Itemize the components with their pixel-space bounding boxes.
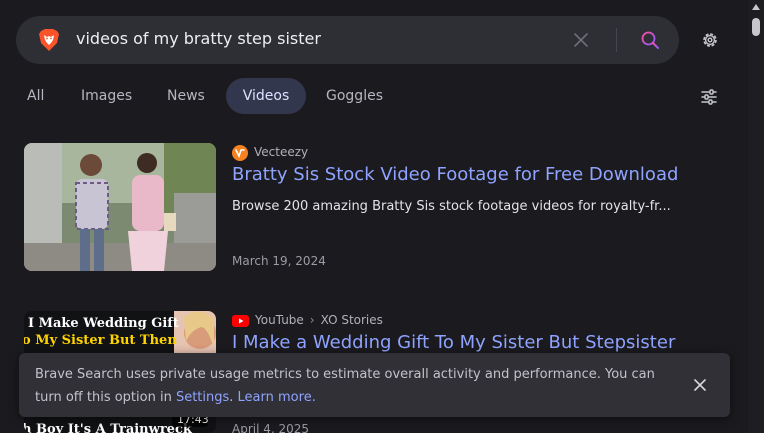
brave-lion-icon[interactable] [38, 28, 60, 52]
thumb-text-line-3: h Boy It's A Trainwreck [24, 422, 193, 433]
result-source[interactable]: YouTube › XO Stories [232, 311, 692, 329]
youtube-icon [232, 314, 249, 327]
tab-news[interactable]: News [154, 78, 218, 114]
gear-icon[interactable] [700, 30, 720, 50]
tab-all[interactable]: All [14, 78, 57, 114]
search-icon[interactable] [640, 30, 660, 50]
tab-videos[interactable]: Videos [226, 78, 306, 114]
result-body: Vecteezy Bratty Sis Stock Video Footage … [232, 143, 692, 216]
result-date: March 19, 2024 [232, 254, 326, 268]
source-name: Vecteezy [254, 145, 309, 159]
toast-text: Brave Search uses private usage metrics … [35, 367, 655, 405]
scrollbar-thumb[interactable] [752, 18, 760, 36]
result-title-link[interactable]: Bratty Sis Stock Video Footage for Free … [232, 164, 692, 186]
thumb-text-line-1: I Make Wedding Gift [28, 316, 179, 331]
search-input[interactable]: videos of my bratty step sister [76, 29, 321, 48]
close-icon[interactable] [693, 378, 707, 392]
settings-link[interactable]: Settings [176, 390, 229, 405]
toast-message: Brave Search uses private usage metrics … [35, 367, 655, 405]
clear-search-icon[interactable] [573, 32, 589, 48]
vecteezy-icon [232, 144, 248, 161]
learn-more-link[interactable]: Learn more. [238, 390, 316, 405]
search-bar: videos of my bratty step sister [16, 16, 679, 64]
result-description: Browse 200 amazing Bratty Sis stock foot… [232, 199, 671, 214]
source-name: YouTube [255, 313, 304, 327]
tab-images[interactable]: Images [68, 78, 145, 114]
search-divider [616, 28, 617, 52]
sliders-icon[interactable] [700, 88, 718, 106]
chevron-right-icon: › [309, 313, 315, 327]
tab-goggles[interactable]: Goggles [313, 78, 396, 114]
result-source[interactable]: Vecteezy [232, 143, 692, 161]
result-body: YouTube › XO Stories I Make a Wedding Gift… [232, 311, 692, 354]
privacy-notice-toast: Brave Search uses private usage metrics … [19, 353, 730, 417]
scroll-up-arrow-icon[interactable] [752, 4, 760, 10]
result-title-link[interactable]: I Make a Wedding Gift To My Sister But S… [232, 332, 692, 354]
page-scrollbar[interactable] [748, 0, 764, 433]
source-channel: XO Stories [320, 313, 383, 327]
thumb-text-line-2: o My Sister But Then [24, 333, 177, 348]
video-thumbnail[interactable] [24, 143, 216, 271]
result-date: April 4, 2025 [232, 422, 310, 433]
